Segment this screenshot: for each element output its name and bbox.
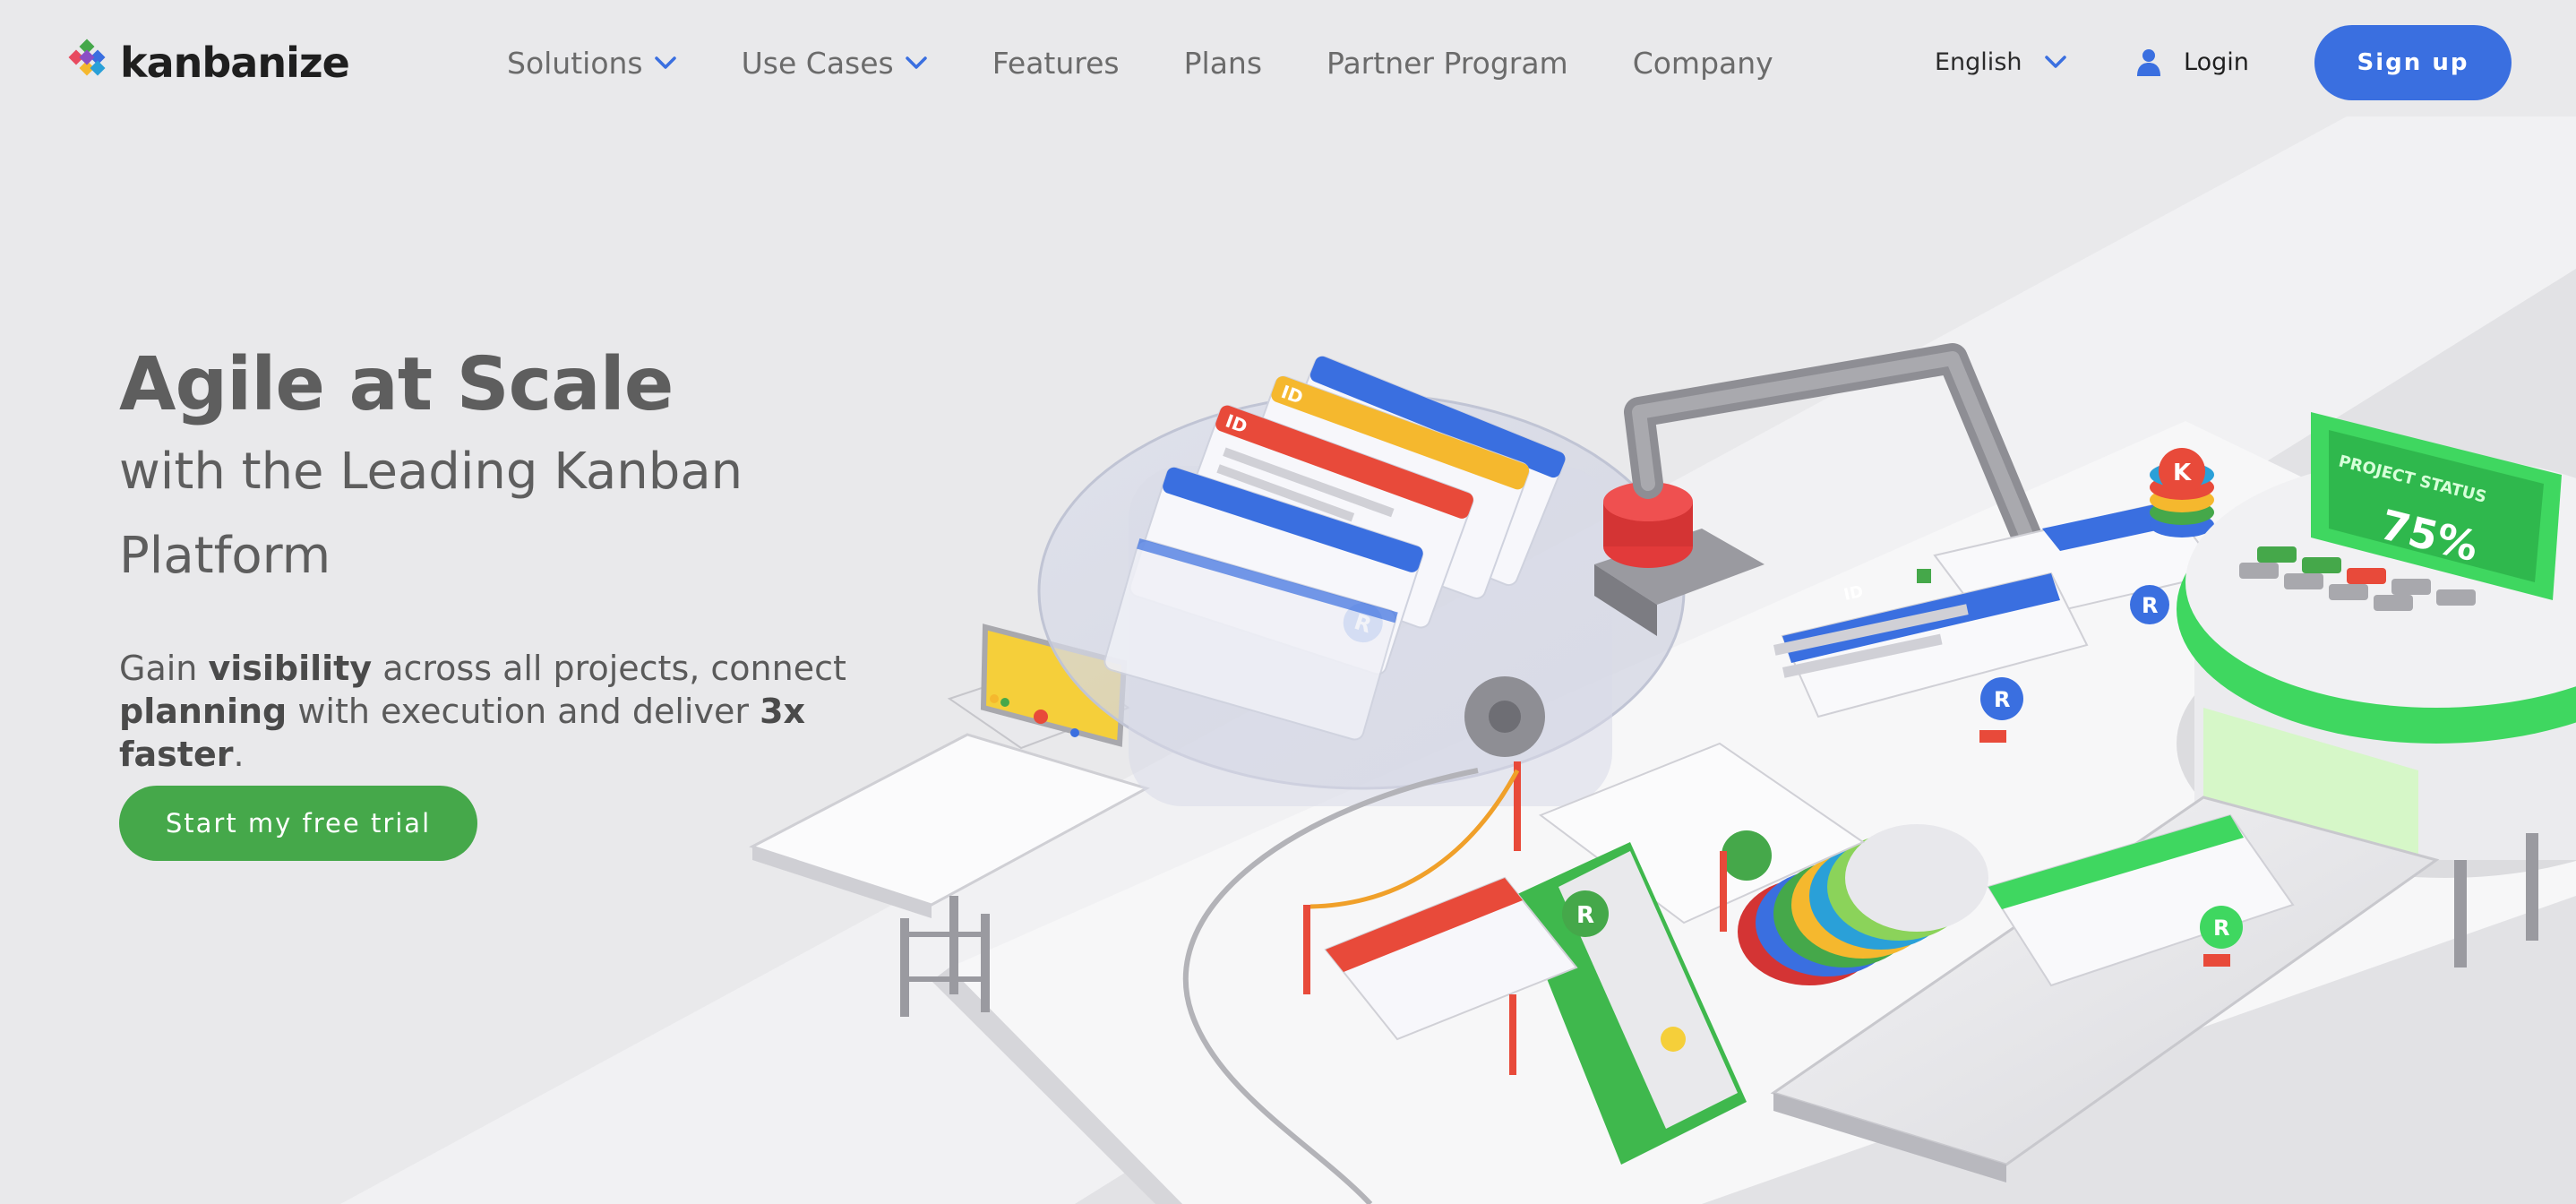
svg-text:75%: 75% [2375,500,2483,571]
robot-arm [1594,343,2057,651]
svg-text:K: K [2173,460,2192,486]
nav-partner-program-label: Partner Program [1327,45,1568,81]
svg-text:PROJECT STATUS: PROJECT STATUS [2337,452,2488,506]
svg-text:ID: ID [1223,410,1250,438]
paper-sheet [1538,742,1866,924]
project-status-machine: PROJECT STATUS 75% [2177,412,2576,968]
site-header: kanbanize Solutions Use Cases Features P… [0,0,2576,125]
nav-solutions-label: Solutions [507,45,643,81]
chevron-down-icon [2044,56,2066,68]
svg-text:ID: ID [1278,381,1306,408]
desk-front [752,847,932,918]
svg-text:R: R [1352,609,1375,638]
cable [1182,768,1479,1204]
main-nav: Solutions Use Cases Features Plans Partn… [507,39,1773,86]
red-card [1324,876,1578,1041]
login-label: Login [2184,47,2249,76]
hero-title: Agile at Scale [119,342,674,427]
desk-legs [900,896,990,1017]
vertical-card-green: R [1514,842,1747,1165]
kanbanize-logo[interactable]: kanbanize [63,38,350,88]
nav-solutions[interactable]: Solutions [507,46,677,81]
glass-drum [1037,392,1686,790]
nav-use-cases-label: Use Cases [741,45,894,81]
user-icon [2137,49,2160,76]
joystick-knob [1034,710,1048,724]
nav-use-cases[interactable]: Use Cases [742,46,928,81]
language-label: English [1935,47,2022,76]
chevron-down-icon [654,56,676,69]
hero-emphasis-visibility: visibility [208,649,373,688]
hero-subtitle: with the Leading Kanban Platform [119,443,743,585]
conveyor-card-mid: ID R [1773,572,2089,743]
color-ring-roll [1738,824,1988,985]
status-buttons [2239,546,2476,611]
nav-plans-label: Plans [1183,45,1263,81]
conveyor-card-green: R [1987,813,2295,987]
fanned-cards: ID ID R [1103,356,1566,741]
nav-company[interactable]: Company [1633,46,1773,81]
svg-text:R: R [2142,593,2158,618]
conveyor-card-top: R [1917,500,2223,629]
main-platform [949,421,2576,1204]
nav-features[interactable]: Features [992,46,1120,81]
control-panel-screen [980,624,1128,747]
signup-button[interactable]: Sign up [2314,25,2512,100]
logo-diamond-icon [68,39,106,76]
glass-drum-body [1129,466,1612,806]
chevron-down-icon [905,56,927,69]
svg-text:R: R [1994,687,2010,712]
floor-shadow [1075,269,2576,1204]
hero-emphasis-planning: planning [119,692,288,731]
control-panel-body [947,661,1131,750]
start-free-trial-button[interactable]: Start my free trial [119,786,477,861]
logo-text: kanbanize [120,39,350,87]
hero-description: Gain visibility across all projects, con… [119,649,846,774]
drum-hub [1464,676,1545,757]
login-link[interactable]: Login [2134,41,2249,82]
nav-partner-program[interactable]: Partner Program [1327,46,1568,81]
nav-company-label: Company [1632,45,1773,81]
svg-text:R: R [2213,916,2229,941]
nav-plans[interactable]: Plans [1184,46,1262,81]
platform-edge [932,968,1182,1204]
svg-text:ID: ID [1842,582,1866,605]
k-token-stack: K [2150,448,2214,538]
hero-section: Agile at Scale with the Leading Kanban P… [119,340,943,776]
language-selector[interactable]: English [1935,41,2067,82]
conveyor-belt [1770,796,2440,1182]
svg-text:R: R [1576,902,1594,929]
nav-features-label: Features [992,45,1120,81]
barrier-poles [1303,761,1727,1075]
